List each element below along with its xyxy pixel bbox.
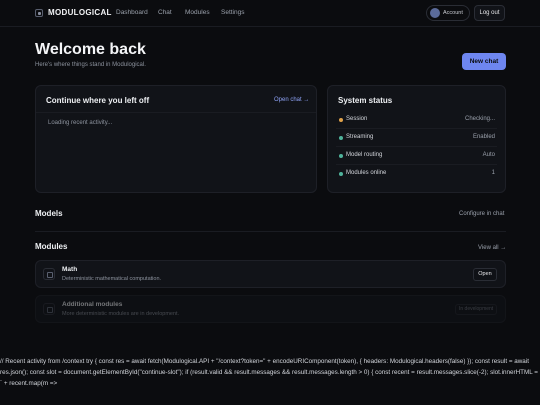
page-subtitle: Here's where things stand in Modulogical… [35,62,146,68]
system-status-card: System status Session Checking... Stream… [327,85,506,193]
module-description: More deterministic modules are in develo… [62,311,180,317]
unrendered-script-text: // Recent activity from /context try { c… [0,358,538,387]
module-name: Additional modules [62,301,123,308]
status-value-streaming: Enabled [472,134,495,140]
status-value-model-routing: Auto [482,152,495,158]
system-status-title: System status [338,96,393,105]
models-section-title: Models [35,209,63,218]
brand-name[interactable]: MODULOGICAL [48,8,112,17]
view-all-modules-link[interactable]: View all → [478,245,506,251]
status-value-modules-online: 1 [491,170,495,176]
module-icon [43,303,55,315]
top-navigation-bar: MODULOGICAL Dashboard Chat Modules Setti… [0,0,540,27]
logout-button[interactable]: Log out [474,5,505,21]
status-divider [336,146,497,147]
card-divider [36,112,316,113]
status-label-streaming: Streaming [346,134,374,140]
new-chat-button[interactable]: New chat [462,53,506,70]
nav-dashboard[interactable]: Dashboard [116,9,148,16]
nav-modules[interactable]: Modules [185,9,210,16]
logo-icon [35,9,43,17]
in-development-badge: In development [455,304,498,315]
status-value-session: Checking... [464,116,495,122]
status-divider [336,128,497,129]
status-label-session: Session [346,116,368,122]
module-card-additional: Additional modules More deterministic mo… [35,295,506,323]
modules-section-title: Modules [35,242,68,251]
nav-settings[interactable]: Settings [221,9,245,16]
page-title: Welcome back [35,41,146,58]
module-icon [43,268,55,280]
status-dot-streaming [339,136,343,140]
module-description: Deterministic mathematical computation. [62,276,162,282]
status-divider [336,164,497,165]
account-label: Account [443,10,463,16]
section-divider [35,231,506,232]
status-dot-session [339,118,343,122]
loading-recent-activity: Loading recent activity... [48,120,113,126]
status-label-model-routing: Model routing [346,152,383,158]
avatar [430,8,440,18]
status-dot-modules-online [339,172,343,176]
module-card-math[interactable]: Math Deterministic mathematical computat… [35,260,506,288]
status-label-modules-online: Modules online [346,170,387,176]
status-dot-model-routing [339,154,343,158]
open-chat-link[interactable]: Open chat → [274,97,309,103]
open-module-button[interactable]: Open [473,268,497,281]
configure-in-chat-link[interactable]: Configure in chat [459,211,504,217]
continue-card-title: Continue where you left off [46,96,150,105]
module-name: Math [62,266,78,273]
nav-chat[interactable]: Chat [158,9,172,16]
continue-card: Continue where you left off Open chat → … [35,85,317,193]
